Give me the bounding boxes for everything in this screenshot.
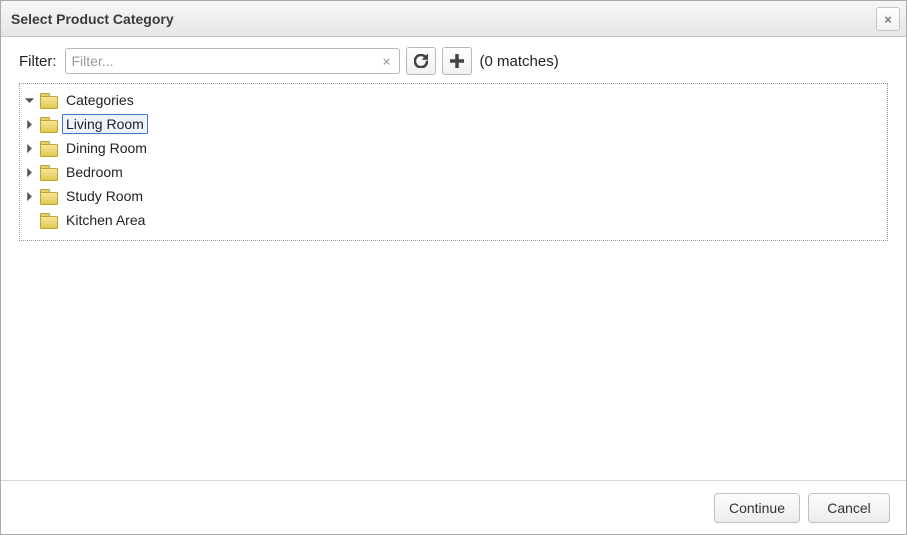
category-tree: Categories Living Room Dining Room Bedroom… <box>19 83 888 241</box>
expand-toggle[interactable] <box>22 117 36 131</box>
tree-node-row[interactable]: Dining Room <box>22 136 885 160</box>
dialog-close-button[interactable]: × <box>876 7 900 31</box>
folder-icon <box>40 141 58 156</box>
tree-node-label[interactable]: Bedroom <box>62 162 127 182</box>
tree-node-label[interactable]: Kitchen Area <box>62 210 149 230</box>
refresh-icon <box>414 54 428 68</box>
filter-refresh-button[interactable] <box>406 47 436 75</box>
dialog: Select Product Category × Filter: × (0 m… <box>0 0 907 535</box>
filter-input-container: × <box>65 48 400 74</box>
collapse-toggle[interactable] <box>22 93 36 107</box>
tree-node-row[interactable]: Living Room <box>22 112 885 136</box>
chevron-right-icon <box>25 120 34 129</box>
close-icon: × <box>884 12 892 27</box>
tree-root-row[interactable]: Categories <box>22 88 885 112</box>
folder-icon <box>40 213 58 228</box>
chevron-right-icon <box>25 192 34 201</box>
tree-node-row[interactable]: Study Room <box>22 184 885 208</box>
cancel-button[interactable]: Cancel <box>808 493 890 523</box>
folder-icon <box>40 189 58 204</box>
filter-input[interactable] <box>65 48 400 74</box>
tree-node-label[interactable]: Study Room <box>62 186 147 206</box>
tree-node-row[interactable]: Kitchen Area <box>22 208 885 232</box>
folder-icon <box>40 165 58 180</box>
chevron-right-icon <box>25 144 34 153</box>
filter-clear-button[interactable]: × <box>378 52 396 70</box>
expand-toggle[interactable] <box>22 165 36 179</box>
dialog-title: Select Product Category <box>11 11 174 27</box>
filter-label: Filter: <box>19 53 57 70</box>
dialog-footer: Continue Cancel <box>1 480 906 534</box>
filter-bar: Filter: × (0 matches) <box>1 37 906 83</box>
chevron-down-icon <box>25 96 34 105</box>
filter-matches-count: (0 matches) <box>480 53 559 70</box>
folder-icon <box>40 93 58 108</box>
tree-node-row[interactable]: Bedroom <box>22 160 885 184</box>
folder-icon <box>40 117 58 132</box>
clear-icon: × <box>383 54 391 69</box>
titlebar: Select Product Category × <box>1 1 906 37</box>
expand-toggle[interactable] <box>22 189 36 203</box>
continue-button[interactable]: Continue <box>714 493 800 523</box>
tree-root-label[interactable]: Categories <box>62 90 138 110</box>
tree-node-label[interactable]: Living Room <box>62 114 148 134</box>
chevron-right-icon <box>25 168 34 177</box>
expand-toggle[interactable] <box>22 141 36 155</box>
plus-icon <box>450 54 464 68</box>
filter-add-button[interactable] <box>442 47 472 75</box>
tree-node-label[interactable]: Dining Room <box>62 138 151 158</box>
